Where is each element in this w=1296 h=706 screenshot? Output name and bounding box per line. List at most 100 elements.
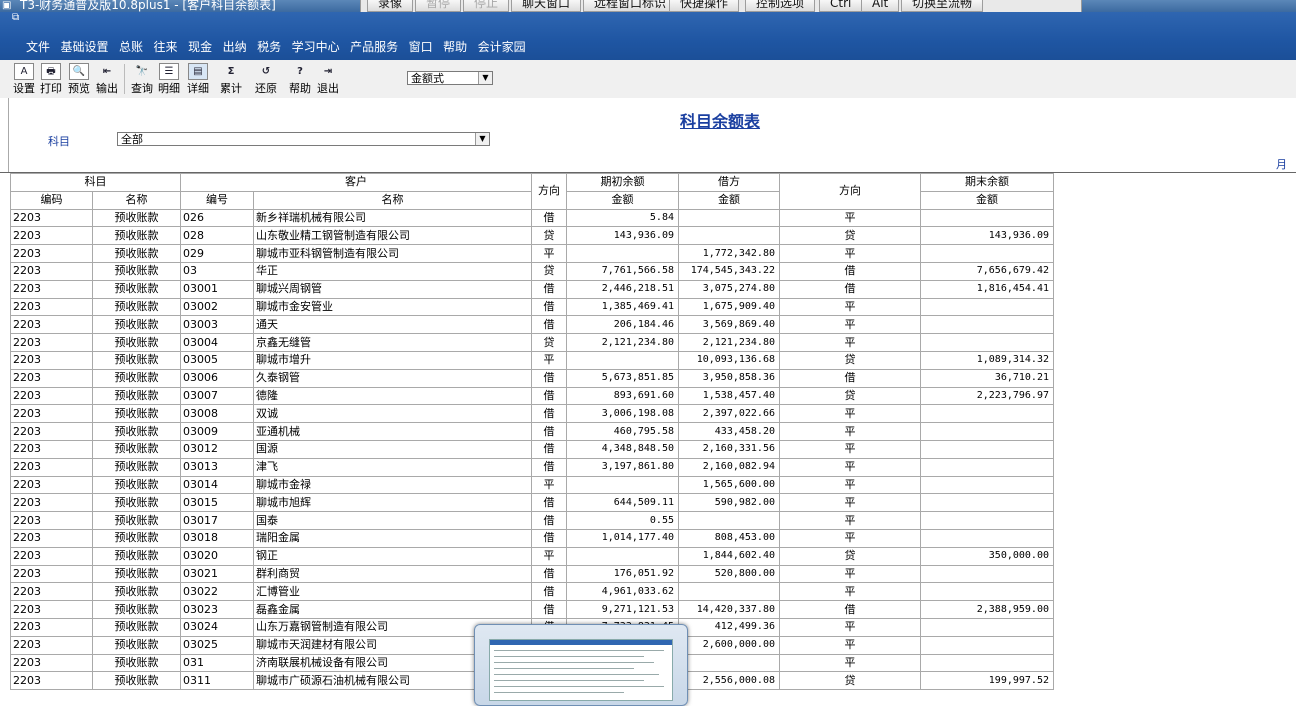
- print-button[interactable]: 🖶 打印: [39, 63, 63, 97]
- cell-direction[interactable]: 借: [531, 386, 567, 406]
- cell-closing[interactable]: [920, 493, 1054, 513]
- cell-debit[interactable]: 412,499.36: [678, 617, 780, 637]
- cell-direction[interactable]: 贷: [531, 226, 567, 246]
- cell-closing[interactable]: [920, 511, 1054, 530]
- cell-code[interactable]: 2203: [10, 511, 93, 530]
- chevron-down-icon[interactable]: ▼: [478, 72, 492, 84]
- cell-cust-no[interactable]: 029: [180, 244, 254, 263]
- cell-opening[interactable]: 460,795.58: [566, 422, 679, 441]
- control-options-button[interactable]: 控制选项: [745, 0, 816, 12]
- cell-cust-name[interactable]: 华正: [253, 261, 532, 281]
- cell-code[interactable]: 2203: [10, 600, 93, 619]
- cell-name[interactable]: 预收账款: [92, 528, 181, 548]
- menu-tax[interactable]: 税务: [257, 40, 281, 54]
- cell-name[interactable]: 预收账款: [92, 582, 181, 602]
- cell-code[interactable]: 2203: [10, 635, 93, 655]
- cell-name[interactable]: 预收账款: [92, 297, 181, 317]
- cell-debit[interactable]: [678, 511, 780, 530]
- cell-name[interactable]: 预收账款: [92, 350, 181, 370]
- cell-debit[interactable]: 14,420,337.80: [678, 600, 780, 619]
- cell-direction-2[interactable]: 平: [779, 315, 921, 335]
- cell-direction[interactable]: 借: [531, 368, 567, 388]
- cell-debit[interactable]: 174,545,343.22: [678, 261, 780, 281]
- cell-debit[interactable]: 2,160,082.94: [678, 457, 780, 477]
- cell-opening[interactable]: 5.84: [566, 208, 679, 228]
- cell-cust-name[interactable]: 通天: [253, 315, 532, 335]
- cell-closing[interactable]: [920, 582, 1054, 602]
- header-closing[interactable]: 期末余额: [920, 173, 1054, 192]
- header-subject[interactable]: 科目: [10, 173, 181, 192]
- cell-debit[interactable]: 2,556,000.08: [678, 671, 780, 691]
- cell-cust-no[interactable]: 03020: [180, 546, 254, 566]
- cell-closing[interactable]: [920, 653, 1054, 673]
- cell-code[interactable]: 2203: [10, 653, 93, 673]
- menu-general-ledger[interactable]: 总账: [119, 40, 143, 54]
- cell-closing[interactable]: [920, 528, 1054, 548]
- cell-debit[interactable]: [678, 226, 780, 246]
- cell-cust-no[interactable]: 03021: [180, 564, 254, 584]
- cell-direction[interactable]: 贷: [531, 333, 567, 352]
- cell-debit[interactable]: 520,800.00: [678, 564, 780, 584]
- cell-direction-2[interactable]: 平: [779, 617, 921, 637]
- table-row[interactable]: 2203 预收账款 03008 双诚借 3,006,198.08 2,397,022.66…: [10, 404, 1054, 424]
- cell-cust-name[interactable]: 钢正: [253, 546, 532, 566]
- cell-opening[interactable]: 644,509.11: [566, 493, 679, 513]
- cell-direction-2[interactable]: 借: [779, 261, 921, 281]
- cell-debit[interactable]: 3,569,869.40: [678, 315, 780, 335]
- cell-code[interactable]: 2203: [10, 404, 93, 424]
- table-row[interactable]: 2203 预收账款 03023 磊鑫金属借 9,271,121.53 14,420,337…: [10, 600, 1054, 619]
- cell-closing[interactable]: 36,710.21: [920, 368, 1054, 388]
- header-debit[interactable]: 借方: [678, 173, 780, 192]
- cell-direction[interactable]: 借: [531, 279, 567, 299]
- cell-opening[interactable]: 143,936.09: [566, 226, 679, 246]
- cell-debit[interactable]: [678, 653, 780, 673]
- help-button[interactable]: ? 帮助: [288, 63, 312, 97]
- cell-code[interactable]: 2203: [10, 261, 93, 281]
- subject-select[interactable]: 全部 ▼: [117, 132, 490, 146]
- cell-direction-2[interactable]: 贷: [779, 671, 921, 691]
- cell-code[interactable]: 2203: [10, 475, 93, 495]
- cell-code[interactable]: 2203: [10, 226, 93, 246]
- menu-accountant-home[interactable]: 会计家园: [478, 40, 526, 54]
- cell-closing[interactable]: [920, 564, 1054, 584]
- table-row[interactable]: 2203 预收账款 03017 国泰借 0.55 平: [10, 511, 1054, 530]
- cell-cust-no[interactable]: 03018: [180, 528, 254, 548]
- cell-closing[interactable]: 1,089,314.32: [920, 350, 1054, 370]
- cell-direction[interactable]: 借: [531, 493, 567, 513]
- header-customer[interactable]: 客户: [180, 173, 532, 192]
- stop-button[interactable]: 停止: [463, 0, 510, 12]
- cell-direction-2[interactable]: 平: [779, 439, 921, 459]
- cell-cust-name[interactable]: 山东敬业精工钢管制造有限公司: [253, 226, 532, 246]
- cell-opening[interactable]: 2,121,234.80: [566, 333, 679, 352]
- cell-direction-2[interactable]: 贷: [779, 350, 921, 370]
- cell-cust-no[interactable]: 03003: [180, 315, 254, 335]
- cell-closing[interactable]: [920, 244, 1054, 263]
- cell-code[interactable]: 2203: [10, 457, 93, 477]
- cell-opening[interactable]: 4,348,848.50: [566, 439, 679, 459]
- cell-debit[interactable]: 2,600,000.00: [678, 635, 780, 655]
- header-closing-amount[interactable]: 金额: [920, 190, 1054, 210]
- menu-help[interactable]: 帮助: [443, 40, 467, 54]
- header-code[interactable]: 编码: [10, 190, 93, 210]
- table-row[interactable]: 2203 预收账款 03020 钢正平 1,844,602.40 贷 350,000.00: [10, 546, 1054, 566]
- cell-direction-2[interactable]: 平: [779, 653, 921, 673]
- cell-debit[interactable]: 1,538,457.40: [678, 386, 780, 406]
- cell-direction-2[interactable]: 平: [779, 208, 921, 228]
- cell-debit[interactable]: 590,982.00: [678, 493, 780, 513]
- record-button[interactable]: 录像: [367, 0, 414, 12]
- menu-learning[interactable]: 学习中心: [292, 40, 340, 54]
- cell-code[interactable]: 2203: [10, 439, 93, 459]
- quick-ops-button[interactable]: 快捷操作: [669, 0, 740, 12]
- cell-cust-name[interactable]: 津飞: [253, 457, 532, 477]
- cell-opening[interactable]: 7,761,566.58: [566, 261, 679, 281]
- cell-direction-2[interactable]: 借: [779, 279, 921, 299]
- cell-closing[interactable]: [920, 422, 1054, 441]
- table-row[interactable]: 2203 预收账款 03015 聊城市旭辉借 644,509.11 590,982.00 平: [10, 493, 1054, 513]
- cell-cust-name[interactable]: 群利商贸: [253, 564, 532, 584]
- table-row[interactable]: 2203 预收账款 03002 聊城市金安管业借 1,385,469.41 1,675,9…: [10, 297, 1054, 317]
- table-row[interactable]: 2203 预收账款 03022 汇博管业借 4,961,033.62 平: [10, 582, 1054, 602]
- header-opening[interactable]: 期初余额: [566, 173, 679, 192]
- cell-cust-name[interactable]: 京鑫无缝管: [253, 333, 532, 352]
- cell-direction-2[interactable]: 贷: [779, 226, 921, 246]
- cell-code[interactable]: 2203: [10, 617, 93, 637]
